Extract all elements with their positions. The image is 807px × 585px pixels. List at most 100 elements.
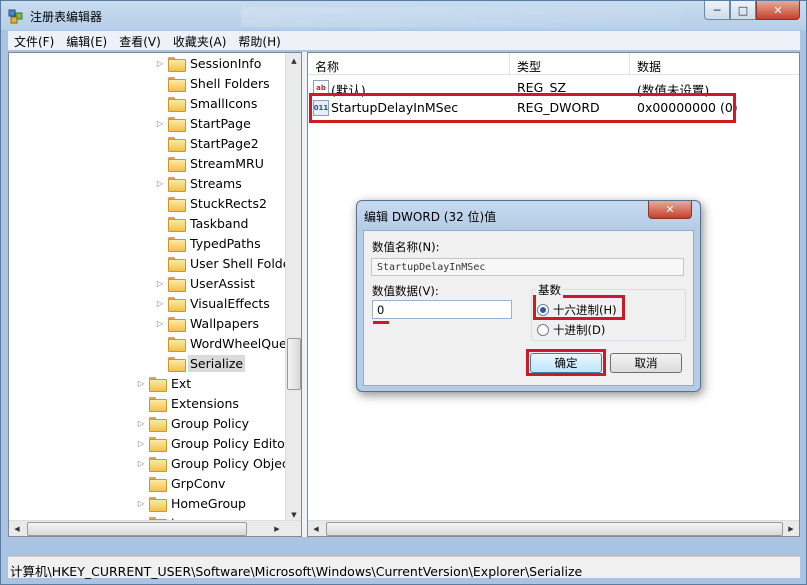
tree-vertical-scrollbar[interactable]: ▲ ▼ [285,53,301,523]
tree-item-group-policy[interactable]: ▷ Group Policy [136,413,251,433]
expand-arrow-icon[interactable]: ▷ [136,418,146,428]
tree-item-label: StartPage [190,115,251,131]
menu-file[interactable]: 文件(F) [8,31,60,50]
tree-item-ext[interactable]: ▷ Ext [136,373,193,393]
tree-item-taskband[interactable]: Taskband [155,213,250,233]
folder-icon [168,356,186,372]
tree-item-startpage2[interactable]: StartPage2 [155,133,261,153]
tree-item-visualeffects[interactable]: ▷ VisualEffects [155,293,272,313]
tree-item-grpconv[interactable]: GrpConv [136,473,227,493]
values-list-header: 名称 类型 数据 [308,53,799,75]
column-header-data[interactable]: 数据 [630,53,799,75]
tree-item-typedpaths[interactable]: TypedPaths [155,233,263,253]
expand-arrow-icon[interactable]: ▷ [136,498,146,508]
maximize-button[interactable]: □ [730,1,756,20]
dec-radio-button[interactable] [537,324,549,336]
key-tree-pane[interactable]: ▷ SessionInfo Shell Folders SmallIcons ▷ Star… [8,52,302,537]
tree-item-streams[interactable]: ▷ Streams [155,173,244,193]
tree-item-label: VisualEffects [190,295,270,311]
value-data-input[interactable]: 0 [372,300,512,319]
highlight-box-ok [526,349,606,376]
value-name-label: 数值名称(N): [372,240,440,254]
close-button[interactable]: ✕ [756,1,800,20]
title-bar[interactable]: 注册表编辑器 ─ □ ✕ [1,1,806,31]
tree-item-group-policy-objects[interactable]: ▷ Group Policy Objects [136,453,301,473]
dec-radio-option[interactable]: 十进制(D) [537,322,605,338]
tree-item-user-shell-folders[interactable]: User Shell Folders [155,253,301,273]
scroll-right-arrow-icon[interactable]: ▶ [783,521,799,536]
menu-view[interactable]: 查看(V) [113,31,167,50]
folder-icon [149,476,167,492]
expand-arrow-icon[interactable]: ▷ [155,278,165,288]
tree-item-wallpapers[interactable]: ▷ Wallpapers [155,313,261,333]
highlight-box-value-row [309,93,736,123]
menu-favorites[interactable]: 收藏夹(A) [167,31,233,50]
tree-item-label: SmallIcons [190,95,258,111]
tree-item-stuckrects2[interactable]: StuckRects2 [155,193,269,213]
tree-item-label: Wallpapers [190,315,260,331]
scroll-right-arrow-icon[interactable]: ▶ [269,521,285,536]
folder-icon [168,336,186,352]
expand-arrow-icon[interactable]: ▷ [155,118,165,128]
folder-icon [168,136,186,152]
column-header-type[interactable]: 类型 [510,53,630,75]
dialog-close-button[interactable]: ✕ [648,201,692,219]
folder-icon [149,496,167,512]
tree-item-streammru[interactable]: StreamMRU [155,153,266,173]
tree-horizontal-scrollbar[interactable]: ◀ ▶ [9,520,301,536]
tree-item-label: Serialize [188,354,246,372]
tree-vertical-scroll-thumb[interactable] [287,338,301,390]
status-bar: 计算机\HKEY_CURRENT_USER\Software\Microsoft… [8,556,800,579]
tree-item-group-policy-editor[interactable]: ▷ Group Policy Editor [136,433,292,453]
values-horizontal-scrollbar[interactable]: ◀ ▶ [308,520,799,536]
expand-arrow-icon[interactable]: ▷ [155,318,165,328]
scroll-left-arrow-icon[interactable]: ◀ [308,521,324,536]
highlight-underline-data [373,321,389,324]
tree-item-serialize[interactable]: Serialize [155,353,246,373]
expand-arrow-icon[interactable]: ▷ [136,458,146,468]
dialog-body: 数值名称(N): StartupDelayInMSec 数值数据(V): 0 基… [363,230,694,386]
expand-arrow-icon[interactable]: ▷ [155,298,165,308]
tree-item-label: Group Policy Editor [171,435,290,451]
tree-horizontal-scroll-thumb[interactable] [27,522,247,536]
tree-item-extensions[interactable]: Extensions [136,393,241,413]
folder-icon [168,156,186,172]
scroll-up-arrow-icon[interactable]: ▲ [286,53,301,69]
tree-item-smallicons[interactable]: SmallIcons [155,93,259,113]
scroll-left-arrow-icon[interactable]: ◀ [9,521,25,536]
tree-item-label: TypedPaths [190,235,261,251]
tree-item-startpage[interactable]: ▷ StartPage [155,113,253,133]
regedit-window: 注册表编辑器 ─ □ ✕ 文件(F) 编辑(E) 查看(V) 收藏夹(A) 帮助… [0,0,807,585]
tree-item-sessioninfo[interactable]: ▷ SessionInfo [155,53,263,73]
menu-help[interactable]: 帮助(H) [232,31,286,50]
minimize-button[interactable]: ─ [704,1,730,20]
values-horizontal-scroll-thumb[interactable] [326,522,783,536]
folder-icon [149,376,167,392]
expand-arrow-icon[interactable]: ▷ [136,378,146,388]
folder-icon [168,216,186,232]
tree-item-homegroup[interactable]: ▷ HomeGroup [136,493,248,513]
tree-item-label: Ext [171,375,192,391]
tree-item-userassist[interactable]: ▷ UserAssist [155,273,257,293]
dialog-title: 编辑 DWORD (32 位)值 [364,210,497,224]
dec-radio-label: 十进制(D) [553,323,606,337]
menu-edit[interactable]: 编辑(E) [60,31,113,50]
folder-icon [149,396,167,412]
column-header-name[interactable]: 名称 [308,53,510,75]
expand-arrow-icon[interactable]: ▷ [155,58,165,68]
expand-arrow-icon[interactable]: ▷ [155,178,165,188]
folder-icon [168,276,186,292]
folder-icon [168,176,186,192]
tree-item-shell-folders[interactable]: Shell Folders [155,73,272,93]
cancel-button[interactable]: 取消 [610,353,682,373]
base-group-label: 基数 [536,282,563,298]
tree-item-wordwheelquery[interactable]: WordWheelQuery [155,333,301,353]
expand-arrow-icon[interactable]: ▷ [136,438,146,448]
edit-dword-dialog: 编辑 DWORD (32 位)值 ✕ 数值名称(N): StartupDelay… [356,200,701,392]
